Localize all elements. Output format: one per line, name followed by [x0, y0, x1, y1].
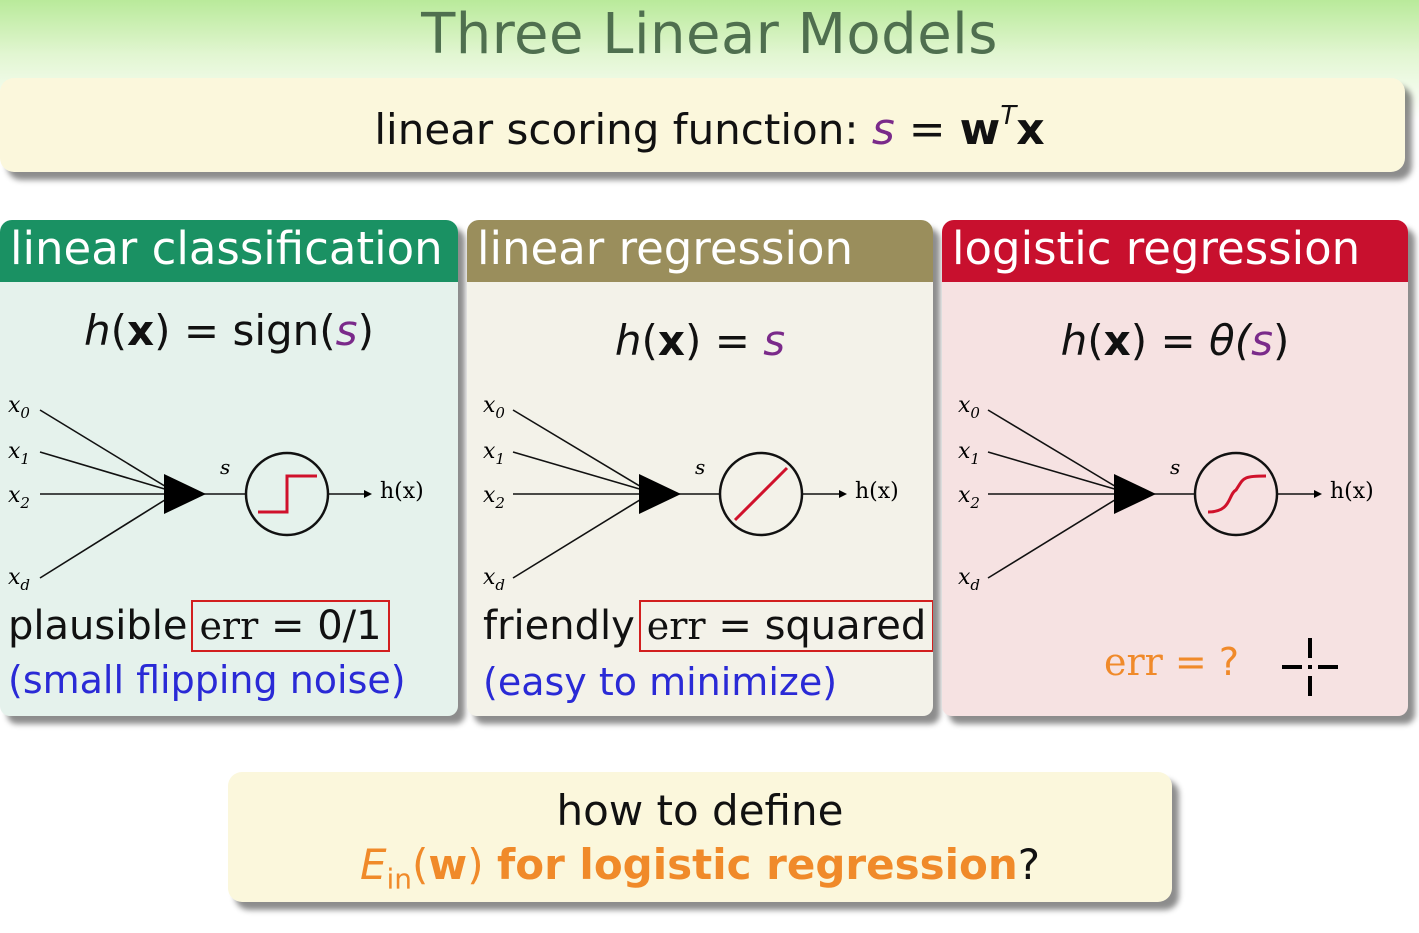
weight-vector: w: [959, 104, 1001, 155]
input-x0: x0: [483, 393, 505, 422]
output-label: h(x): [1330, 479, 1374, 504]
input-x0: x0: [958, 393, 980, 422]
panel-header: linear classification: [0, 220, 458, 282]
err-highlight-box: err = 0/1: [191, 600, 390, 652]
panel-logistic-regression: logistic regression h(x) = θ(s) x0 x1 x2…: [942, 220, 1408, 716]
summation-node: [639, 474, 681, 514]
transpose-mark: T: [1000, 101, 1017, 132]
score-label: s: [1170, 455, 1180, 479]
error-note: (small flipping noise): [8, 658, 406, 702]
in-sample-error-symbol: E: [359, 840, 387, 889]
output-label: h(x): [380, 479, 424, 504]
output-label: h(x): [855, 479, 899, 504]
panel-linear-classification: linear classification h(x) = sign(s) x0 …: [0, 220, 458, 716]
identity-function-icon: [733, 466, 789, 522]
input-x1: x1: [958, 439, 980, 468]
input-x2: x2: [958, 483, 980, 512]
unknown-error-measure: err = ?: [1104, 640, 1240, 684]
summation-node: [1114, 474, 1156, 514]
score-label: s: [220, 455, 230, 479]
slide-title: Three Linear Models: [421, 2, 998, 67]
input-xd: xd: [8, 565, 30, 590]
hypothesis-formula: h(x) = s: [614, 316, 786, 365]
err-highlight-box: err = squared: [638, 600, 933, 652]
question-line-1: how to define: [556, 786, 844, 835]
input-xd: xd: [483, 565, 505, 590]
summation-node: [164, 474, 206, 514]
sigmoid-function-icon: [1207, 474, 1267, 514]
input-x2: x2: [483, 483, 505, 512]
input-x0: x0: [8, 393, 30, 422]
neuron-diagram: x0 x1 x2 xd s h(x): [483, 393, 899, 590]
hypothesis-formula: h(x) = θ(s): [1060, 316, 1290, 365]
input-x1: x1: [8, 439, 30, 468]
hypothesis-formula: h(x) = sign(s): [84, 306, 374, 355]
input-xd: xd: [958, 565, 980, 590]
panel-header: linear regression: [467, 220, 933, 282]
panel-linear-regression: linear regression h(x) = s x0 x1 x2 xd s…: [467, 220, 933, 716]
panel-header: logistic regression: [942, 220, 1408, 282]
neuron-diagram: x0 x1 x2 xd s h(x): [958, 393, 1374, 590]
question-line-2: Ein(w) for logistic regression?: [359, 840, 1041, 896]
input-x1: x1: [483, 439, 505, 468]
score-symbol: s: [871, 104, 895, 155]
error-measure: plausible err = 0/1: [8, 600, 390, 652]
step-function-icon: [258, 474, 317, 514]
scoring-function-text: linear scoring function: s = wTx: [0, 101, 1419, 155]
score-label: s: [695, 455, 705, 479]
neuron-diagram: x0 x1 x2 xd s h(x): [8, 393, 424, 590]
equals-sign: =: [908, 104, 946, 155]
input-x2: x2: [8, 483, 30, 512]
scoring-label: linear scoring function:: [374, 105, 859, 154]
input-vector: x: [1016, 104, 1045, 155]
error-measure: friendly err = squared: [483, 600, 933, 652]
error-note: (easy to minimize): [483, 660, 838, 704]
crosshair-cursor-icon: [1282, 638, 1338, 696]
